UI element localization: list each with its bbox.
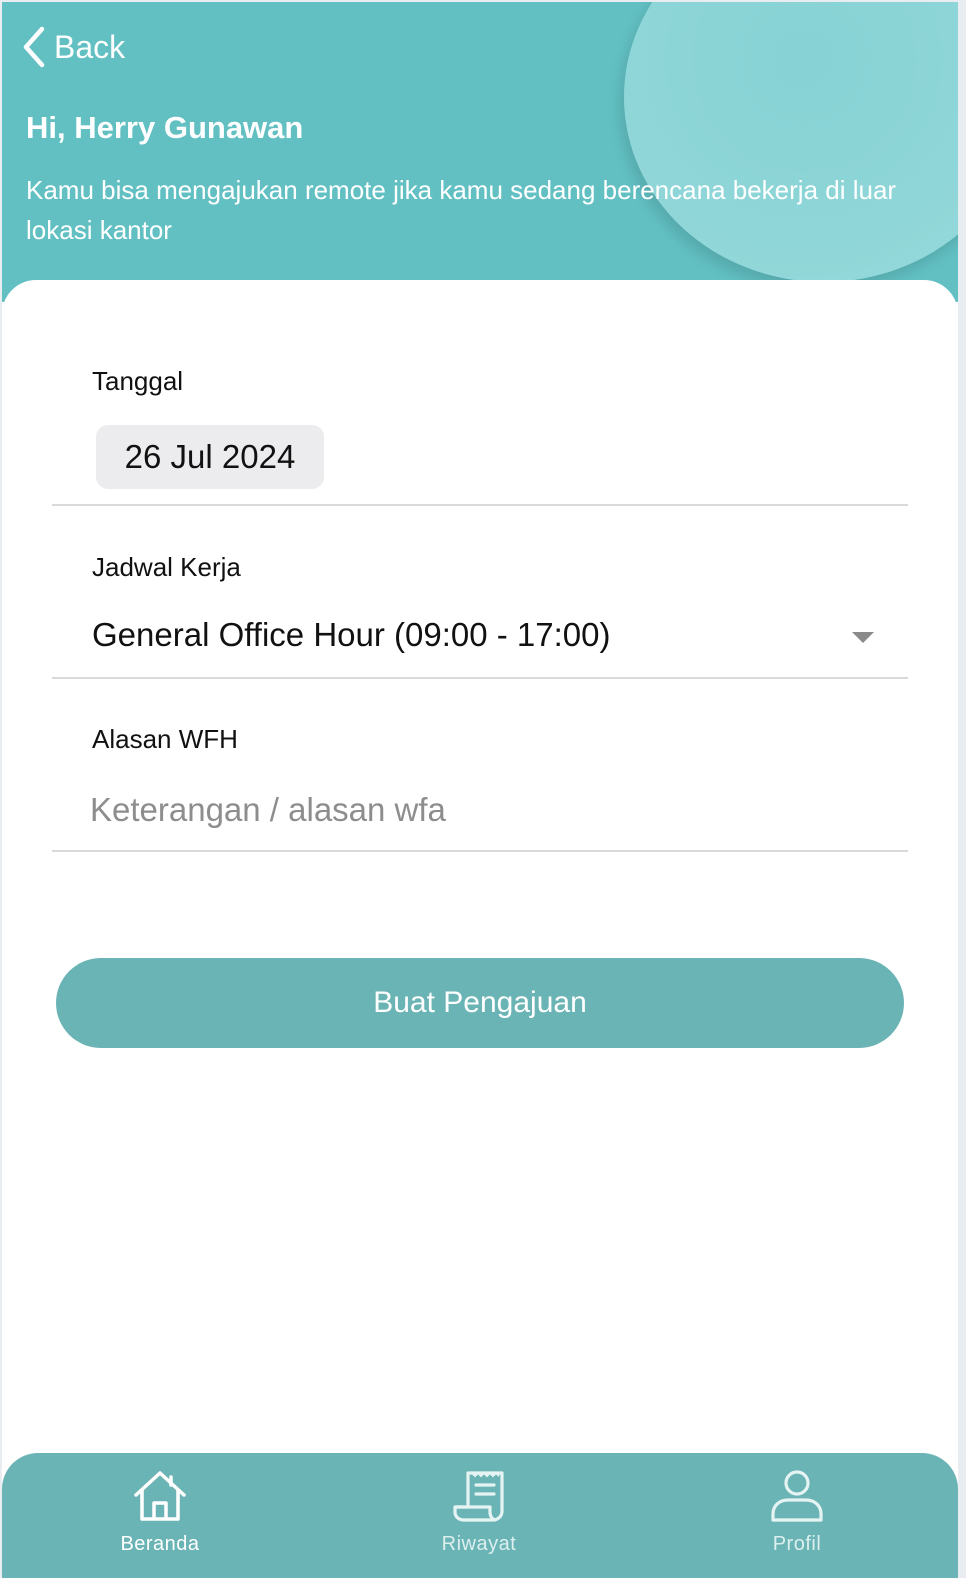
divider bbox=[52, 504, 908, 506]
date-picker[interactable]: 26 Jul 2024 bbox=[96, 425, 324, 489]
header: Back Hi, Herry Gunawan Kamu bisa mengaju… bbox=[2, 2, 958, 302]
tab-riwayat[interactable]: Riwayat bbox=[379, 1453, 579, 1578]
date-label: Tanggal bbox=[92, 366, 184, 396]
back-label: Back bbox=[54, 28, 126, 65]
divider bbox=[52, 677, 908, 679]
greeting-title: Hi, Herry Gunawan bbox=[26, 110, 304, 145]
header-subtitle: Kamu bisa mengajukan remote jika kamu se… bbox=[26, 175, 897, 245]
tab-label: Riwayat bbox=[441, 1533, 517, 1555]
tab-profil[interactable]: Profil bbox=[697, 1453, 897, 1578]
bottom-tab-bar: Beranda Riwayat Profil bbox=[2, 1453, 958, 1578]
back-button[interactable]: Back bbox=[20, 24, 125, 70]
divider bbox=[52, 850, 908, 852]
schedule-label: Jadwal Kerja bbox=[92, 552, 241, 582]
tab-label: Beranda bbox=[120, 1533, 200, 1555]
submit-button[interactable]: Buat Pengajuan bbox=[56, 958, 904, 1048]
user-icon bbox=[771, 1470, 823, 1522]
chevron-down-icon bbox=[852, 632, 874, 643]
reason-label: Alasan WFH bbox=[92, 724, 238, 754]
reason-input[interactable] bbox=[90, 784, 890, 836]
schedule-value: General Office Hour (09:00 - 17:00) bbox=[92, 616, 611, 653]
home-icon bbox=[134, 1471, 186, 1521]
chevron-left-icon bbox=[23, 26, 45, 68]
screen: Back Hi, Herry Gunawan Kamu bisa mengaju… bbox=[2, 2, 958, 1578]
tab-label: Profil bbox=[772, 1533, 822, 1555]
tab-beranda[interactable]: Beranda bbox=[60, 1453, 260, 1578]
receipt-icon bbox=[453, 1471, 504, 1522]
